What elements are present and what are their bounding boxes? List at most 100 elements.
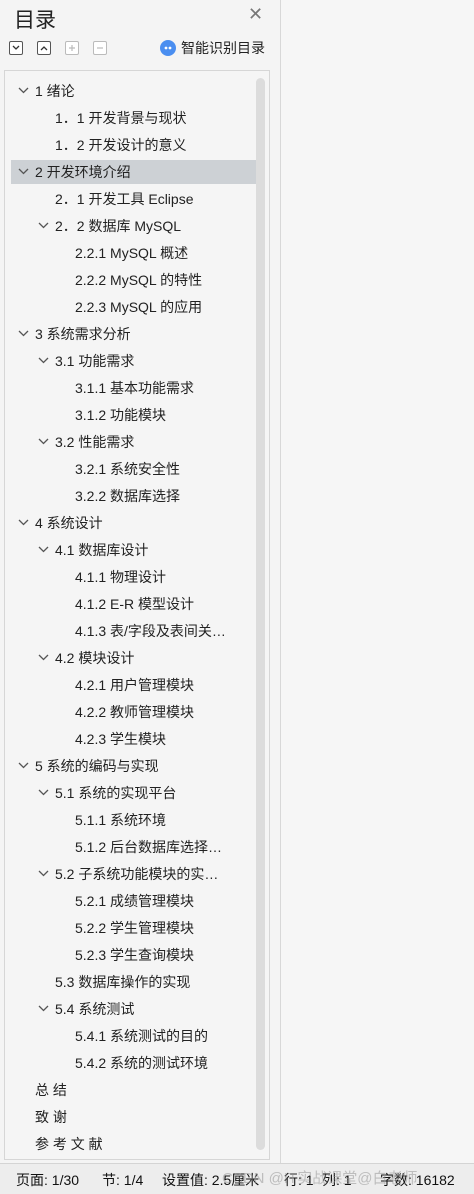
toc-item-label: 4.1 数据库设计 <box>55 542 149 558</box>
toc-item[interactable]: 5.4 系统测试 <box>11 997 257 1021</box>
toc-item-label: 1．1 开发背景与现状 <box>55 110 187 126</box>
chevron-down-icon[interactable] <box>37 538 51 562</box>
chevron-down-icon[interactable] <box>17 754 31 778</box>
toc-item[interactable]: 3.2.2 数据库选择 <box>11 484 257 508</box>
toc-item-label: 4.2.1 用户管理模块 <box>75 677 195 693</box>
toc-item-label: 2 开发环境介绍 <box>35 164 131 180</box>
toc-item[interactable]: 3.1.2 功能模块 <box>11 403 257 427</box>
toc-item-label: 5.4.1 系统测试的目的 <box>75 1028 209 1044</box>
toc-item[interactable]: 4.1 数据库设计 <box>11 538 257 562</box>
toc-item[interactable]: 5.2.2 学生管理模块 <box>11 916 257 940</box>
toc-item[interactable]: 4.1.1 物理设计 <box>11 565 257 589</box>
chevron-down-icon[interactable] <box>17 511 31 535</box>
toc-item[interactable]: 总 结 <box>11 1078 257 1102</box>
toc-item[interactable]: 5.2 子系统功能模块的实… <box>11 862 257 886</box>
toc-item[interactable]: 5.4.1 系统测试的目的 <box>11 1024 257 1048</box>
status-section[interactable]: 节: 1/4 <box>102 1170 143 1190</box>
chevron-down-icon[interactable] <box>17 160 31 184</box>
toc-item-label: 总 结 <box>35 1082 67 1098</box>
toc-item-label: 3.1.2 功能模块 <box>75 407 167 423</box>
toc-item-label: 5.4 系统测试 <box>55 1001 135 1017</box>
toc-toolbar <box>9 38 121 58</box>
toc-item[interactable]: 5.3 数据库操作的实现 <box>11 970 257 994</box>
expand-all-icon[interactable] <box>37 41 51 55</box>
smart-detect-label: 智能识别目录 <box>181 40 265 56</box>
status-page[interactable]: 页面: 1/30 <box>16 1170 79 1190</box>
toc-item-label: 4.2.2 教师管理模块 <box>75 704 195 720</box>
toc-item-label: 4.1.2 E-R 模型设计 <box>75 596 195 612</box>
toc-item[interactable]: 5.2.1 成绩管理模块 <box>11 889 257 913</box>
toc-item-label: 3.2.2 数据库选择 <box>75 488 181 504</box>
panel-title: 目录 <box>14 9 56 32</box>
toc-item[interactable]: 4.1.3 表/字段及表间关… <box>11 619 257 643</box>
toc-item-label: 1 绪论 <box>35 83 75 99</box>
toc-item[interactable]: 4.2.1 用户管理模块 <box>11 673 257 697</box>
toc-item[interactable]: 3.1 功能需求 <box>11 349 257 373</box>
toc-item-label: 4 系统设计 <box>35 515 103 531</box>
close-icon[interactable]: ✕ <box>248 4 263 25</box>
chevron-down-icon[interactable] <box>37 349 51 373</box>
toc-item[interactable]: 致 谢 <box>11 1105 257 1129</box>
toc-item[interactable]: 3.2.1 系统安全性 <box>11 457 257 481</box>
toc-item-label: 5.3 数据库操作的实现 <box>55 974 191 990</box>
toc-item-label: 1．2 开发设计的意义 <box>55 137 187 153</box>
toc-item-label: 参 考 文 献 <box>35 1136 103 1152</box>
scrollbar[interactable] <box>256 78 265 1150</box>
toc-item[interactable]: 1 绪论 <box>11 79 257 103</box>
toc-item[interactable]: 4.2.2 教师管理模块 <box>11 700 257 724</box>
toc-item[interactable]: 3.2 性能需求 <box>11 430 257 454</box>
toc-item[interactable]: 4 系统设计 <box>11 511 257 535</box>
document-area <box>281 0 474 1163</box>
toc-item[interactable]: 2．2 数据库 MySQL <box>11 214 257 238</box>
toc-item[interactable]: 2.2.1 MySQL 概述 <box>11 241 257 265</box>
toc-tree: 1 绪论 1．1 开发背景与现状 1．2 开发设计的意义 2 开发环境介绍 2．1 开发… <box>4 70 270 1160</box>
toc-item-label: 致 谢 <box>35 1109 67 1125</box>
toc-item[interactable]: 5 系统的编码与实现 <box>11 754 257 778</box>
chevron-down-icon[interactable] <box>17 79 31 103</box>
toc-item[interactable]: 2 开发环境介绍 <box>11 160 257 184</box>
toc-item-label: 5.2 子系统功能模块的实… <box>55 866 219 882</box>
toc-item[interactable]: 5.4.2 系统的测试环境 <box>11 1051 257 1075</box>
toc-item[interactable]: 5.1 系统的实现平台 <box>11 781 257 805</box>
toc-item-label: 3.1.1 基本功能需求 <box>75 380 195 396</box>
toc-item-label: 5.1.1 系统环境 <box>75 812 167 828</box>
toc-item-label: 2．1 开发工具 Eclipse <box>55 191 194 207</box>
chevron-down-icon[interactable] <box>37 862 51 886</box>
toc-item-label: 3.2 性能需求 <box>55 434 135 450</box>
chevron-down-icon[interactable] <box>37 214 51 238</box>
remove-icon[interactable] <box>93 41 107 55</box>
toc-item[interactable]: 3.1.1 基本功能需求 <box>11 376 257 400</box>
toc-item[interactable]: 4.2.3 学生模块 <box>11 727 257 751</box>
toc-item-label: 2.2.3 MySQL 的应用 <box>75 299 203 315</box>
toc-item-label: 3.2.1 系统安全性 <box>75 461 181 477</box>
toc-item[interactable]: 1．1 开发背景与现状 <box>11 106 257 130</box>
toc-item[interactable]: 5.2.3 学生查询模块 <box>11 943 257 967</box>
smart-detect-icon <box>160 40 176 56</box>
chevron-down-icon[interactable] <box>37 646 51 670</box>
toc-item[interactable]: 2.2.3 MySQL 的应用 <box>11 295 257 319</box>
toc-item-label: 5.4.2 系统的测试环境 <box>75 1055 209 1071</box>
chevron-down-icon[interactable] <box>37 430 51 454</box>
toc-item[interactable]: 5.1.2 后台数据库选择… <box>11 835 257 859</box>
toc-item-label: 5.1 系统的实现平台 <box>55 785 177 801</box>
toc-item[interactable]: 1．2 开发设计的意义 <box>11 133 257 157</box>
toc-item-label: 5.1.2 后台数据库选择… <box>75 839 223 855</box>
toc-item[interactable]: 5.1.1 系统环境 <box>11 808 257 832</box>
smart-detect-button[interactable]: 智能识别目录 <box>160 38 265 58</box>
collapse-all-icon[interactable] <box>9 41 23 55</box>
toc-item[interactable]: 4.1.2 E-R 模型设计 <box>11 592 257 616</box>
toc-item-label: 2．2 数据库 MySQL <box>55 218 182 234</box>
toc-item-label: 5.2.2 学生管理模块 <box>75 920 195 936</box>
chevron-down-icon[interactable] <box>37 997 51 1021</box>
add-icon[interactable] <box>65 41 79 55</box>
chevron-down-icon[interactable] <box>37 781 51 805</box>
toc-item-label: 4.1.1 物理设计 <box>75 569 167 585</box>
toc-item[interactable]: 2.2.2 MySQL 的特性 <box>11 268 257 292</box>
toc-item-label: 3 系统需求分析 <box>35 326 131 342</box>
toc-item[interactable]: 3 系统需求分析 <box>11 322 257 346</box>
chevron-down-icon[interactable] <box>17 322 31 346</box>
toc-item[interactable]: 4.2 模块设计 <box>11 646 257 670</box>
toc-item[interactable]: 2．1 开发工具 Eclipse <box>11 187 257 211</box>
toc-item-label: 5.2.3 学生查询模块 <box>75 947 195 963</box>
toc-item[interactable]: 参 考 文 献 <box>11 1132 257 1156</box>
